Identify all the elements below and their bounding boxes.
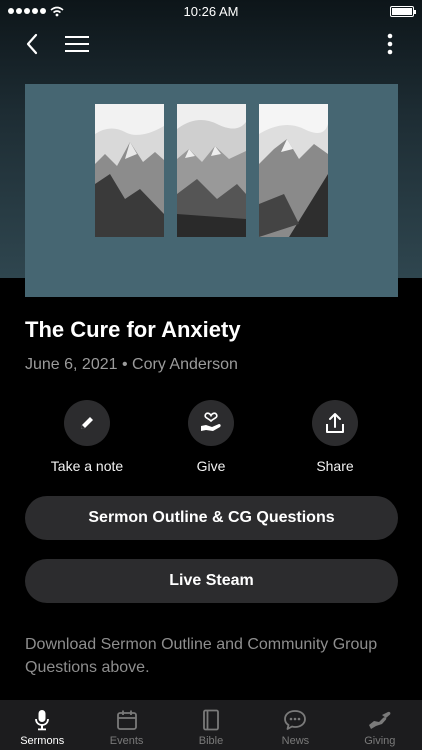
sermon-artwork xyxy=(25,84,398,297)
sermon-description: Download Sermon Outline and Community Gr… xyxy=(25,636,378,676)
status-time: 10:26 AM xyxy=(183,3,239,19)
mountain-image-panel xyxy=(95,104,164,237)
tab-sermons[interactable]: Sermons xyxy=(0,700,84,750)
giving-hand-icon xyxy=(368,711,391,729)
tab-giving[interactable]: Giving xyxy=(338,700,422,750)
live-stream-button[interactable]: Live Steam xyxy=(25,559,398,603)
share-button[interactable]: Share xyxy=(280,400,390,474)
sermon-title: The Cure for Anxiety xyxy=(25,317,241,342)
take-note-button[interactable]: Take a note xyxy=(32,400,142,474)
tab-bar: Sermons Events Bible News Giving xyxy=(0,700,422,750)
hand-heart-icon xyxy=(201,412,221,431)
calendar-icon xyxy=(116,710,137,730)
microphone-icon xyxy=(35,710,50,731)
take-note-label: Take a note xyxy=(50,458,124,474)
sermon-date: June 6, 2021 xyxy=(25,356,118,373)
pencil-icon xyxy=(81,417,93,429)
back-button[interactable] xyxy=(16,28,48,60)
mountain-image-panel xyxy=(177,104,246,237)
more-options-button[interactable] xyxy=(374,28,406,60)
sermon-speaker: Cory Anderson xyxy=(132,356,238,373)
share-label: Share xyxy=(316,458,354,474)
tab-events-label: Events xyxy=(109,735,144,747)
tab-events[interactable]: Events xyxy=(84,700,168,750)
share-circle xyxy=(312,400,358,446)
hamburger-icon xyxy=(65,36,89,52)
vertical-ellipsis-icon xyxy=(387,33,393,55)
share-icon xyxy=(326,413,344,433)
tab-bible[interactable]: Bible xyxy=(169,700,253,750)
menu-button[interactable] xyxy=(60,28,94,60)
sermon-meta: June 6, 2021 • Cory Anderson xyxy=(25,356,238,374)
give-circle xyxy=(188,400,234,446)
sermon-outline-button[interactable]: Sermon Outline & CG Questions xyxy=(25,496,398,540)
book-icon xyxy=(203,709,219,731)
tab-giving-label: Giving xyxy=(364,735,396,747)
give-label: Give xyxy=(196,458,226,474)
tab-news-label: News xyxy=(281,735,310,747)
tab-bible-label: Bible xyxy=(198,735,224,747)
mountain-image-panel xyxy=(259,104,328,237)
chevron-left-icon xyxy=(26,33,38,55)
tab-sermons-label: Sermons xyxy=(20,735,65,747)
take-note-circle xyxy=(64,400,110,446)
navigation-bar xyxy=(0,28,422,60)
chat-bubble-icon xyxy=(284,710,307,730)
give-button[interactable]: Give xyxy=(156,400,266,474)
tab-news[interactable]: News xyxy=(253,700,337,750)
status-bar: 10:26 AM xyxy=(0,0,422,22)
meta-separator: • xyxy=(121,356,128,373)
battery-icon xyxy=(390,5,416,17)
action-row: Take a note Give Share xyxy=(0,400,422,480)
